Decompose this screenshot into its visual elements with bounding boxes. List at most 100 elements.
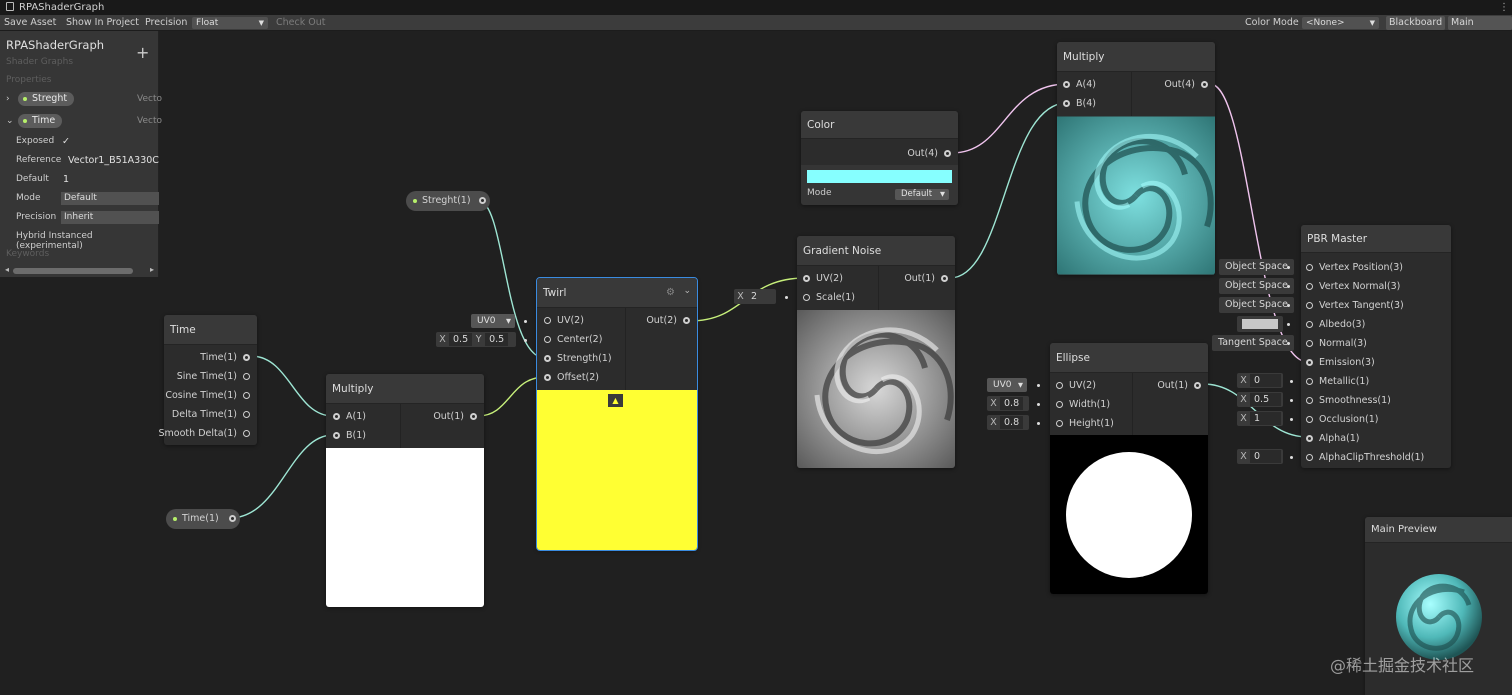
smoothness-field[interactable]: X 0.5 xyxy=(1237,392,1283,407)
input-metallic[interactable]: Metallic(1) xyxy=(1306,372,1369,391)
ellipse-uv-dropdown[interactable]: UV0 ▼ xyxy=(987,378,1027,392)
port-connector-icon[interactable] xyxy=(229,515,236,522)
center-x-value[interactable]: 0.5 xyxy=(449,333,473,346)
occlusion-value[interactable]: 1 xyxy=(1250,412,1281,425)
precision-field-dropdown[interactable]: Inherit xyxy=(61,211,159,224)
port-connector-icon[interactable] xyxy=(1063,100,1070,107)
precision-dropdown[interactable]: Float ▼ xyxy=(192,17,268,29)
exposed-checkbox[interactable]: ✓ xyxy=(62,136,70,147)
port-connector-icon[interactable] xyxy=(544,374,551,381)
output-smooth-delta[interactable]: Smooth Delta(1) xyxy=(159,424,250,443)
port-connector-icon[interactable] xyxy=(1063,81,1070,88)
output-delta-time[interactable]: Delta Time(1) xyxy=(172,405,250,424)
node-pbr-master[interactable]: PBR Master Vertex Position(3) Vertex Nor… xyxy=(1301,225,1451,468)
input-vertex-normal[interactable]: Vertex Normal(3) xyxy=(1306,277,1400,296)
ellipse-height-field[interactable]: X 0.8 xyxy=(987,415,1029,430)
port-connector-icon[interactable] xyxy=(1201,81,1208,88)
alpha-clip-field[interactable]: X0 xyxy=(1237,449,1283,464)
chevron-down-icon[interactable]: ⌄ xyxy=(683,286,691,296)
input-center[interactable]: Center(2) xyxy=(544,330,602,349)
port-connector-icon[interactable] xyxy=(1306,340,1313,347)
metallic-value[interactable]: 0 xyxy=(1250,374,1281,387)
node-twirl[interactable]: Twirl ⚙ ⌄ UV(2) Center(2) Strength(1) Of… xyxy=(536,277,698,551)
alpha-clip-value[interactable]: 0 xyxy=(1250,450,1281,463)
main-preview-toggle[interactable]: Main Preview xyxy=(1448,16,1512,30)
output-out[interactable]: Out(4) xyxy=(1164,75,1208,94)
port-connector-icon[interactable] xyxy=(803,294,810,301)
preview-sphere[interactable] xyxy=(1394,572,1484,662)
port-connector-icon[interactable] xyxy=(1306,397,1313,404)
property-pill[interactable]: Streght xyxy=(18,92,75,106)
output-time[interactable]: Time(1) xyxy=(200,348,250,367)
output-out[interactable]: Out(1) xyxy=(1157,376,1201,395)
port-connector-icon[interactable] xyxy=(1306,378,1313,385)
port-connector-icon[interactable] xyxy=(1306,302,1313,309)
color-swatch[interactable] xyxy=(807,170,952,183)
input-smoothness[interactable]: Smoothness(1) xyxy=(1306,391,1391,410)
color-mode-dropdown[interactable]: Default ▼ xyxy=(895,189,949,200)
property-node-streght[interactable]: Streght(1) xyxy=(406,191,490,211)
port-connector-icon[interactable] xyxy=(1056,401,1063,408)
output-out[interactable]: Out(4) xyxy=(907,144,951,163)
horizontal-scrollbar[interactable]: ◂ ▸ xyxy=(5,265,158,275)
port-connector-icon[interactable] xyxy=(683,317,690,324)
port-connector-icon[interactable] xyxy=(1194,382,1201,389)
blackboard-toggle[interactable]: Blackboard xyxy=(1386,16,1446,30)
input-occlusion[interactable]: Occlusion(1) xyxy=(1306,410,1378,429)
add-property-icon[interactable]: + xyxy=(136,45,149,61)
port-connector-icon[interactable] xyxy=(544,317,551,324)
height-value[interactable]: 0.8 xyxy=(1000,416,1024,429)
ellipse-width-field[interactable]: X 0.8 xyxy=(987,396,1029,411)
smoothness-value[interactable]: 0.5 xyxy=(1250,393,1281,406)
node-ellipse[interactable]: Ellipse UV(2) Width(1) Height(1) Out(1) xyxy=(1050,343,1208,594)
port-connector-icon[interactable] xyxy=(941,275,948,282)
input-alpha-clip-threshold[interactable]: AlphaClipThreshold(1) xyxy=(1306,448,1424,467)
port-connector-icon[interactable] xyxy=(243,430,250,437)
port-connector-icon[interactable] xyxy=(333,413,340,420)
node-color[interactable]: Color Out(4) Mode Default ▼ xyxy=(801,111,958,205)
input-offset[interactable]: Offset(2) xyxy=(544,368,599,387)
input-a[interactable]: A(1) xyxy=(333,407,366,426)
default-field[interactable]: 1 xyxy=(63,174,69,185)
scale-value[interactable]: 2 xyxy=(747,290,761,303)
node-time[interactable]: Time Time(1) Sine Time(1) Cosine Time(1)… xyxy=(159,315,257,445)
center-y-value[interactable]: 0.5 xyxy=(485,333,509,346)
port-connector-icon[interactable] xyxy=(1306,321,1313,328)
input-uv[interactable]: UV(2) xyxy=(544,311,584,330)
input-scale[interactable]: Scale(1) xyxy=(803,288,855,307)
output-out[interactable]: Out(1) xyxy=(433,407,477,426)
noise-scale-field[interactable]: X2 xyxy=(734,289,776,304)
occlusion-field[interactable]: X1 xyxy=(1237,411,1283,426)
window-menu-icon[interactable]: ⋮ xyxy=(1499,0,1509,15)
port-connector-icon[interactable] xyxy=(1306,264,1313,271)
input-alpha[interactable]: Alpha(1) xyxy=(1306,429,1359,448)
normal-space[interactable]: Tangent Space xyxy=(1212,335,1294,351)
port-connector-icon[interactable] xyxy=(470,413,477,420)
gear-icon[interactable]: ⚙ xyxy=(666,287,675,298)
width-value[interactable]: 0.8 xyxy=(1000,397,1024,410)
input-vertex-tangent[interactable]: Vertex Tangent(3) xyxy=(1306,296,1404,315)
output-out[interactable]: Out(2) xyxy=(646,311,690,330)
port-connector-icon[interactable] xyxy=(1306,454,1313,461)
port-connector-icon[interactable] xyxy=(544,336,551,343)
collapse-preview-icon[interactable]: ▲ xyxy=(608,394,623,407)
scrollbar-thumb[interactable] xyxy=(13,268,133,274)
node-gradient-noise[interactable]: Gradient Noise UV(2) Scale(1) Out(1) xyxy=(797,236,955,468)
port-connector-icon[interactable] xyxy=(1306,435,1313,442)
port-connector-icon[interactable] xyxy=(1056,420,1063,427)
port-connector-icon[interactable] xyxy=(243,373,250,380)
port-connector-icon[interactable] xyxy=(544,355,551,362)
scroll-left-icon[interactable]: ◂ xyxy=(5,265,9,274)
albedo-color-field[interactable] xyxy=(1237,316,1283,332)
property-row-time[interactable]: ⌄ Time Vecto xyxy=(0,112,162,131)
output-sine-time[interactable]: Sine Time(1) xyxy=(177,367,250,386)
port-connector-icon[interactable] xyxy=(243,392,250,399)
chevron-down-icon[interactable]: ⌄ xyxy=(6,116,14,126)
node-multiply[interactable]: Multiply A(1) B(1) Out(1) xyxy=(326,374,484,607)
save-asset-button[interactable]: Save Asset xyxy=(1,15,59,31)
mode-dropdown[interactable]: Default xyxy=(61,192,159,205)
albedo-swatch[interactable] xyxy=(1242,319,1278,329)
input-width[interactable]: Width(1) xyxy=(1056,395,1110,414)
vertex-normal-space[interactable]: Object Space xyxy=(1219,278,1294,294)
port-connector-icon[interactable] xyxy=(243,354,250,361)
